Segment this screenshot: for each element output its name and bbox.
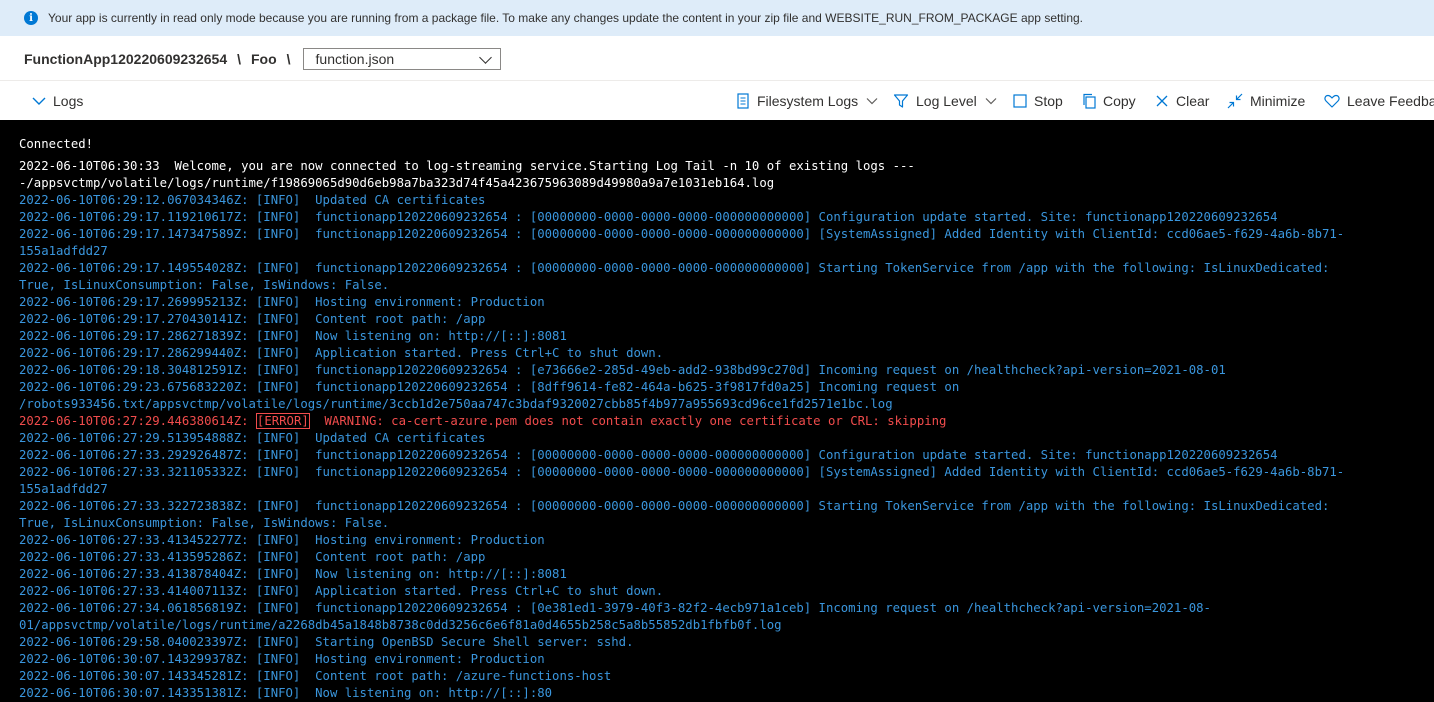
log-line: 2022-06-10T06:29:17.286299440Z: [INFO] A…: [19, 346, 664, 360]
log-line: True, IsLinuxConsumption: False, IsWindo…: [19, 278, 390, 292]
info-icon: i: [24, 11, 38, 25]
log-toolbar: Logs Filesystem Logs Log Level Stop Copy…: [0, 82, 1434, 120]
file-select-value: function.json: [315, 51, 395, 67]
log-line: 2022-06-10T06:30:07.143345281Z: [INFO] C…: [19, 669, 612, 683]
log-line: 01/appsvctmp/volatile/logs/runtime/a2268…: [19, 618, 782, 632]
read-only-banner: i Your app is currently in read only mod…: [0, 0, 1434, 36]
stop-label: Stop: [1034, 93, 1063, 109]
minimize-icon: [1227, 93, 1243, 109]
log-level-label: Log Level: [916, 93, 977, 109]
breadcrumb: FunctionApp120220609232654 \ Foo \ funct…: [24, 44, 501, 74]
close-icon: [1156, 95, 1168, 107]
log-line: 2022-06-10T06:29:18.304812591Z: [INFO] f…: [19, 363, 1226, 377]
logs-toggle-button[interactable]: Logs: [32, 82, 83, 120]
log-line: 2022-06-10T06:30:07.143351381Z: [INFO] N…: [19, 686, 553, 700]
log-line: 2022-06-10T06:27:33.413595286Z: [INFO] C…: [19, 550, 486, 564]
chevron-down-icon: [985, 98, 997, 105]
clear-button[interactable]: Clear: [1155, 82, 1209, 120]
minimize-label: Minimize: [1250, 93, 1306, 109]
log-line: /robots933456.txt/appsvctmp/volatile/log…: [19, 397, 893, 411]
breadcrumb-separator: \: [237, 51, 241, 67]
filesystem-logs-label: Filesystem Logs: [757, 93, 859, 109]
breadcrumb-function[interactable]: Foo: [251, 51, 277, 67]
log-line: 2022-06-10T06:29:17.147347589Z: [INFO] f…: [19, 227, 1345, 241]
log-line: 155a1adfdd27: [19, 482, 108, 496]
copy-button[interactable]: Copy: [1082, 82, 1136, 120]
chevron-down-icon: [32, 97, 46, 105]
log-line: 2022-06-10T06:29:17.119210617Z: [INFO] f…: [19, 210, 1278, 224]
header-divider: [0, 80, 1434, 81]
log-line: 2022-06-10T06:27:33.321105332Z: [INFO] f…: [19, 465, 1345, 479]
error-timestamp: 2022-06-10T06:27:29.446380614Z:: [19, 414, 256, 428]
breadcrumb-app[interactable]: FunctionApp120220609232654: [24, 51, 227, 67]
minimize-button[interactable]: Minimize: [1227, 82, 1305, 120]
log-line: 2022-06-10T06:29:17.286271839Z: [INFO] N…: [19, 329, 567, 343]
log-line: 2022-06-10T06:27:29.513954888Z: [INFO] U…: [19, 431, 486, 445]
filter-icon: [893, 94, 909, 108]
log-line: 2022-06-10T06:27:33.414007113Z: [INFO] A…: [19, 584, 664, 598]
error-tag: [ERROR]: [255, 413, 310, 429]
logs-label: Logs: [53, 93, 84, 109]
copy-icon: [1083, 93, 1096, 109]
heart-icon: [1324, 94, 1340, 108]
log-line: 2022-06-10T06:30:33 Welcome, you are now…: [19, 159, 915, 173]
chevron-down-icon: [478, 50, 492, 64]
file-select[interactable]: function.json: [302, 48, 501, 70]
log-line: 2022-06-10T06:29:12.067034346Z: [INFO] U…: [19, 193, 486, 207]
log-line: -/appsvctmp/volatile/logs/runtime/f19869…: [19, 176, 775, 190]
stop-icon: [1013, 94, 1027, 108]
error-log-line: 2022-06-10T06:27:29.446380614Z: [ERROR] …: [19, 413, 1434, 430]
log-console[interactable]: Connected! 2022-06-10T06:30:33 Welcome, …: [0, 120, 1434, 702]
log-line: True, IsLinuxConsumption: False, IsWindo…: [19, 516, 390, 530]
leave-feedback-button[interactable]: Leave Feedback: [1324, 82, 1434, 120]
log-line: 155a1adfdd27: [19, 244, 108, 258]
log-line: 2022-06-10T06:27:33.413878404Z: [INFO] N…: [19, 567, 567, 581]
stop-button[interactable]: Stop: [1013, 82, 1063, 120]
log-line: 2022-06-10T06:29:23.675683220Z: [INFO] f…: [19, 380, 960, 394]
log-line: 2022-06-10T06:29:17.269995213Z: [INFO] H…: [19, 295, 545, 309]
log-line: 2022-06-10T06:27:34.061856819Z: [INFO] f…: [19, 601, 1211, 615]
chevron-down-icon: [866, 98, 878, 105]
log-line: 2022-06-10T06:29:17.149554028Z: [INFO] f…: [19, 261, 1330, 275]
log-line: 2022-06-10T06:27:33.292926487Z: [INFO] f…: [19, 448, 1278, 462]
banner-text: Your app is currently in read only mode …: [48, 11, 1084, 25]
breadcrumb-separator: \: [286, 51, 291, 67]
log-line: 2022-06-10T06:27:33.413452277Z: [INFO] H…: [19, 533, 545, 547]
log-line: 2022-06-10T06:27:33.322723838Z: [INFO] f…: [19, 499, 1330, 513]
log-line: 2022-06-10T06:30:07.143299378Z: [INFO] H…: [19, 652, 545, 666]
log-line: 2022-06-10T06:29:17.270430141Z: [INFO] C…: [19, 312, 486, 326]
filesystem-logs-dropdown[interactable]: Filesystem Logs: [736, 82, 878, 120]
leave-feedback-label: Leave Feedback: [1347, 93, 1434, 109]
document-icon: [737, 93, 749, 109]
copy-label: Copy: [1103, 93, 1136, 109]
log-line: Connected!: [19, 137, 94, 151]
clear-label: Clear: [1176, 93, 1210, 109]
error-message: WARNING: ca-cert-azure.pem does not cont…: [309, 414, 947, 428]
log-level-dropdown[interactable]: Log Level: [893, 82, 997, 120]
log-line: 2022-06-10T06:29:58.040023397Z: [INFO] S…: [19, 635, 634, 649]
